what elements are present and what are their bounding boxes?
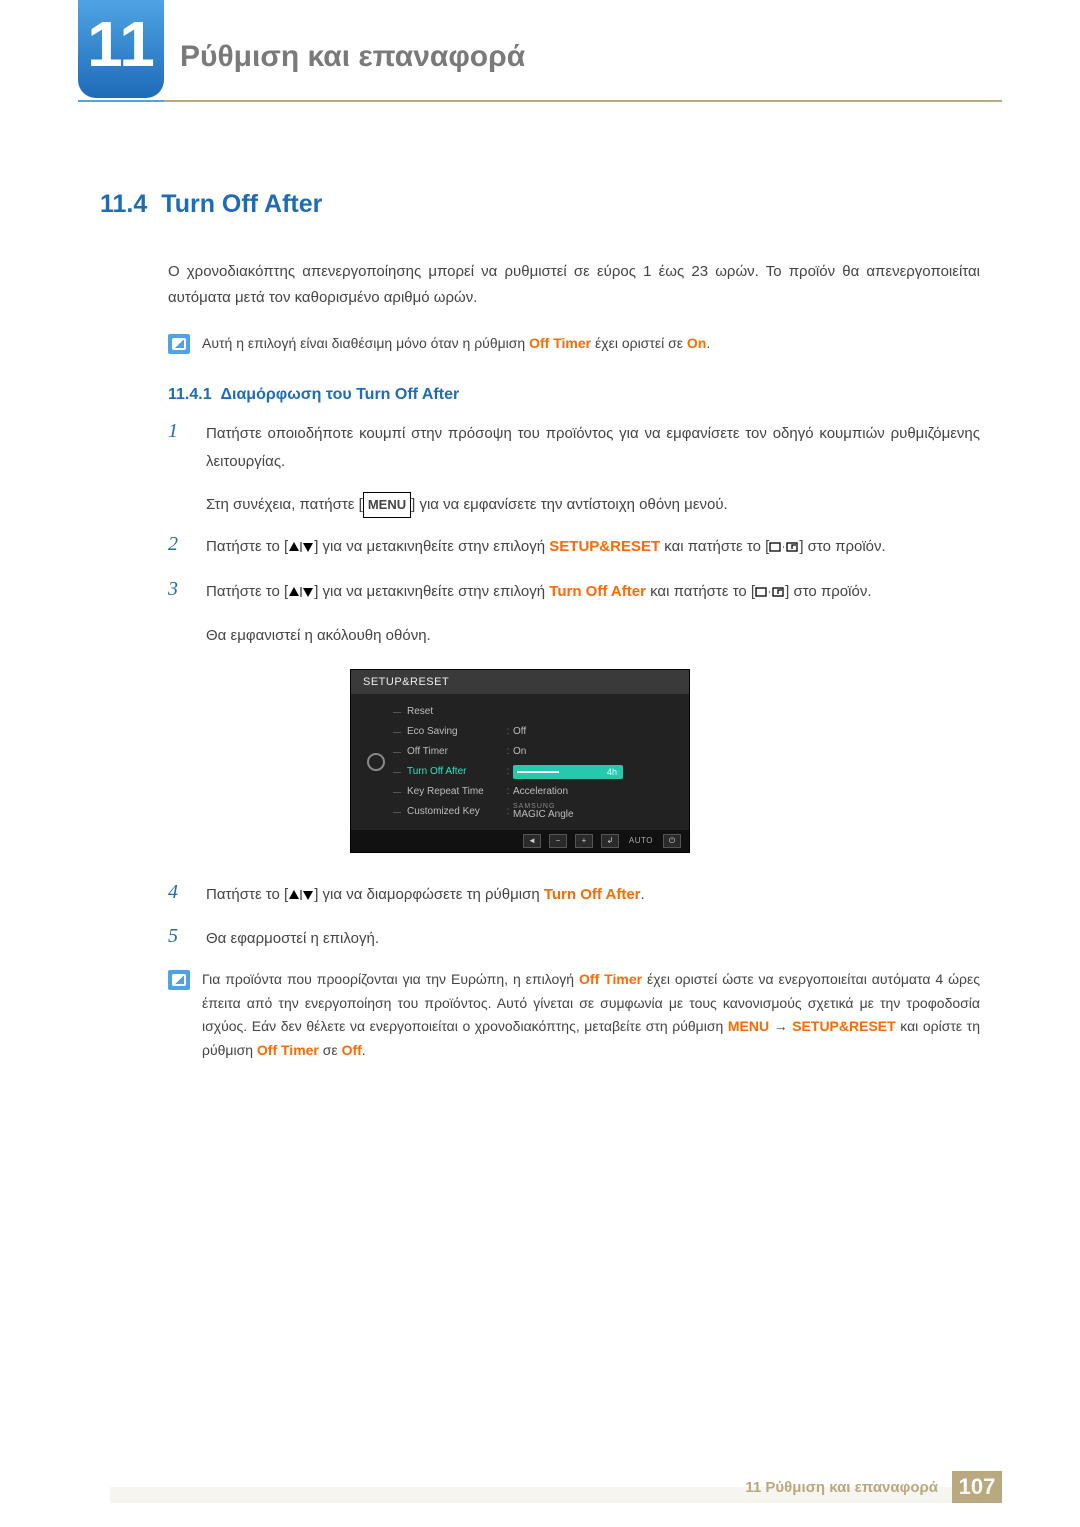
step1b-pre: Στη συνέχεια, πατήστε [: [206, 496, 363, 513]
step2-hl: SETUP&RESET: [549, 538, 660, 555]
osd-row-label: Key Repeat Time: [393, 786, 503, 797]
note-icon: [168, 334, 190, 354]
gear-icon: [367, 753, 385, 771]
step3-post: ] στο προϊόν.: [785, 583, 871, 600]
osd-row-value: MAGIC Angle: [513, 809, 574, 820]
chapter-title: Ρύθμιση και επαναφορά: [180, 40, 525, 74]
step-number-4: 4: [168, 881, 188, 904]
step1b-post: ] για να εμφανίσετε την αντίστοιχη οθόνη…: [411, 496, 728, 513]
enter-source-icon: [755, 580, 785, 609]
arrow-icon: →: [769, 1018, 792, 1034]
up-down-icon: [288, 883, 314, 912]
osd-row-label: Turn Off After: [393, 766, 503, 777]
note1-text-a: Αυτή η επιλογή είναι διαθέσιμη μόνο όταν…: [202, 335, 529, 351]
osd-back-icon: ◄: [523, 834, 541, 848]
step5-text: Θα εφαρμοστεί η επιλογή.: [206, 925, 980, 954]
step-number-3: 3: [168, 578, 188, 601]
osd-row-label: Eco Saving: [393, 726, 503, 737]
osd-slider-value: 4h: [607, 765, 617, 779]
step1-text-a: Πατήστε οποιοδήποτε κουμπί στην πρόσοψη …: [206, 420, 980, 477]
step3-pre: Πατήστε το [: [206, 583, 288, 600]
note2-hl3: SETUP&RESET: [792, 1018, 895, 1034]
menu-button-icon: MENU: [363, 492, 411, 519]
note1-text-c: .: [706, 335, 710, 351]
osd-enter-icon: ↲: [601, 834, 619, 848]
note2-p4: σε: [319, 1042, 342, 1058]
osd-row-value: Off: [513, 726, 679, 737]
step2-pre: Πατήστε το [: [206, 538, 288, 555]
subsection-title: Διαμόρφωση του Turn Off After: [221, 386, 460, 403]
step4-post: .: [641, 886, 645, 903]
step2-mid1: ] για να μετακινηθείτε στην επιλογή: [314, 538, 549, 555]
note1-hl2: On: [687, 335, 706, 351]
enter-source-icon: [769, 535, 799, 564]
note-icon: [168, 970, 190, 990]
subsection-number: 11.4.1: [168, 386, 212, 403]
section-number: 11.4: [100, 190, 147, 219]
up-down-icon: [288, 535, 314, 564]
note2-p1: Για προϊόντα που προορίζονται για την Ευ…: [202, 971, 579, 987]
osd-row-value: Acceleration: [513, 786, 679, 797]
osd-plus-icon: +: [575, 834, 593, 848]
intro-paragraph: Ο χρονοδιακόπτης απενεργοποίησης μπορεί …: [168, 259, 980, 310]
note1-hl1: Off Timer: [529, 335, 591, 351]
note-2: Για προϊόντα που προορίζονται για την Ευ…: [168, 968, 980, 1063]
step3b: Θα εμφανιστεί η ακόλουθη οθόνη.: [206, 622, 980, 651]
step2-mid2: και πατήστε το [: [660, 538, 769, 555]
note2-p5: .: [362, 1042, 366, 1058]
osd-row-label: Reset: [393, 706, 503, 717]
step4-mid: ] για να διαμορφώσετε τη ρύθμιση: [314, 886, 544, 903]
footer-rule: [110, 1487, 1002, 1503]
note1-text-b: έχει οριστεί σε: [591, 335, 687, 351]
osd-auto-label: AUTO: [627, 836, 655, 845]
step-number-2: 2: [168, 533, 188, 556]
section-title: Turn Off After: [161, 190, 322, 219]
osd-row-value: On: [513, 746, 679, 757]
osd-row-label: Customized Key: [393, 806, 503, 817]
note-1: Αυτή η επιλογή είναι διαθέσιμη μόνο όταν…: [168, 332, 980, 356]
osd-slider: 4h: [513, 765, 623, 779]
step3-hl: Turn Off After: [549, 583, 646, 600]
up-down-icon: [288, 580, 314, 609]
osd-row-label: Off Timer: [393, 746, 503, 757]
chapter-number-tab: 11: [78, 0, 164, 98]
step4-hl: Turn Off After: [544, 886, 641, 903]
header-rule: [78, 100, 1002, 102]
step-number-1: 1: [168, 420, 188, 443]
note2-hl5: Off: [342, 1042, 362, 1058]
note2-hl2: MENU: [728, 1018, 769, 1034]
note2-hl1: Off Timer: [579, 971, 642, 987]
osd-minus-icon: −: [549, 834, 567, 848]
osd-footer: ◄ − + ↲ AUTO ⏻: [351, 830, 689, 852]
note2-hl4: Off Timer: [257, 1042, 319, 1058]
step3-mid2: και πατήστε το [: [646, 583, 755, 600]
step4-pre: Πατήστε το [: [206, 886, 288, 903]
osd-power-icon: ⏻: [663, 834, 681, 848]
step2-post: ] στο προϊόν.: [799, 538, 885, 555]
step-number-5: 5: [168, 925, 188, 948]
osd-title: SETUP&RESET: [351, 670, 689, 694]
step3-mid1: ] για να μετακινηθείτε στην επιλογή: [314, 583, 549, 600]
osd-screenshot: SETUP&RESET Reset Eco Saving:Off Off Tim…: [350, 669, 690, 853]
